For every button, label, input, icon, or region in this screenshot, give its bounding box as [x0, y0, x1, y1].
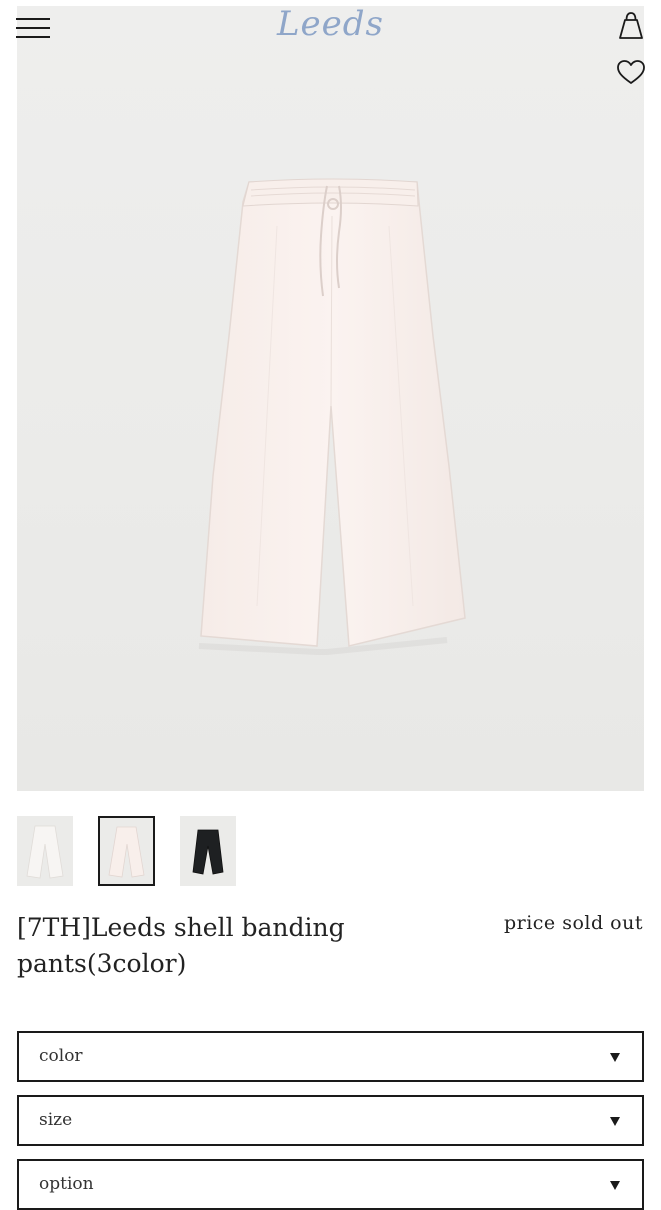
pants-illustration — [198, 178, 466, 655]
shopping-bag-icon[interactable] — [616, 10, 646, 42]
color-select-label: color — [39, 1046, 83, 1066]
product-title: [7TH]Leeds shell banding pants(3color) — [17, 913, 345, 978]
heart-icon[interactable] — [615, 58, 647, 86]
option-select-label: option — [39, 1174, 94, 1194]
white-pants-thumbnail[interactable] — [17, 816, 73, 886]
dropdown-arrow-icon — [610, 1117, 620, 1126]
color-select[interactable]: color — [17, 1031, 644, 1082]
product-main-image[interactable] — [17, 6, 644, 791]
size-select-label: size — [39, 1110, 73, 1130]
dropdown-arrow-icon — [610, 1053, 620, 1062]
black-pants-thumbnail[interactable] — [180, 816, 236, 886]
dropdown-arrow-icon — [610, 1181, 620, 1190]
cream-pants-thumbnail[interactable] — [98, 816, 155, 886]
size-select[interactable]: size — [17, 1095, 644, 1146]
price-status: price sold out — [503, 912, 643, 934]
option-select[interactable]: option — [17, 1159, 644, 1210]
brand-logo[interactable]: Leeds — [0, 4, 661, 44]
